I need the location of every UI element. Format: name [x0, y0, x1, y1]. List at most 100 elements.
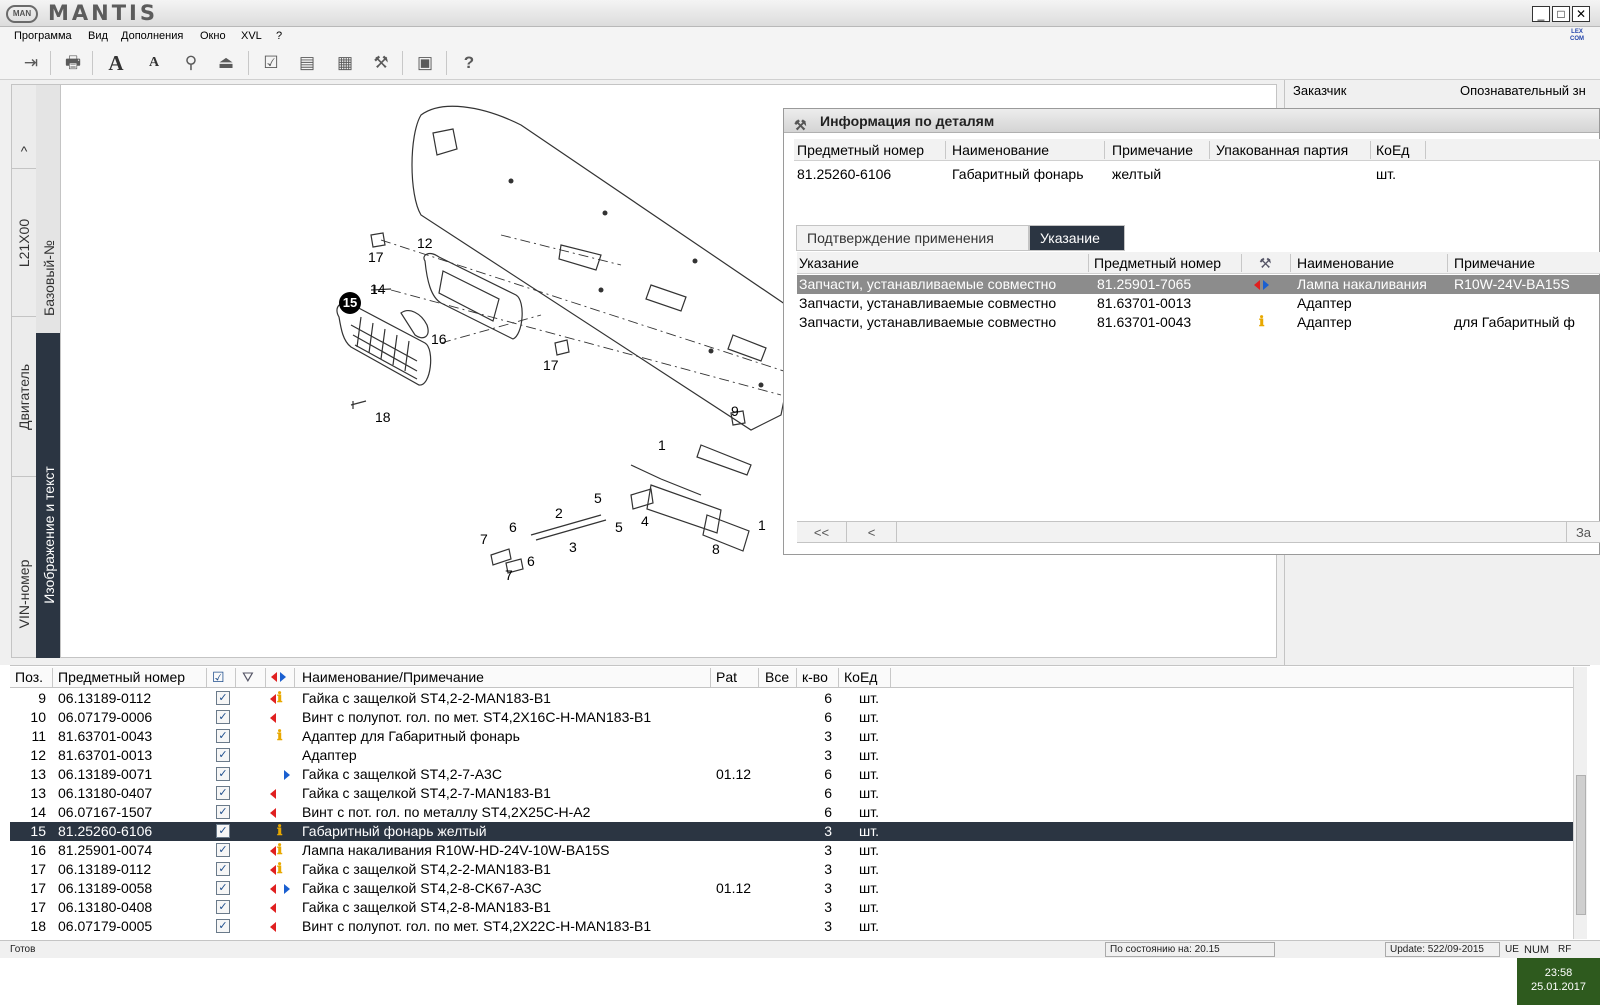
col-quantity[interactable]: к-во — [802, 669, 828, 685]
ind-name: Адаптер — [1297, 295, 1352, 311]
vtab-vin[interactable]: VIN-номер — [12, 477, 36, 658]
table-row[interactable]: 16 81.25901-0074 ✓ ℹ Лампа накаливания R10W-… — [10, 841, 1573, 860]
table-row[interactable]: 17 06.13189-0112 ✓ ℹ Гайка с защелкой ST4,2-… — [10, 860, 1573, 879]
lexcom-logo: LEX COM — [1570, 29, 1584, 42]
row-checkbox[interactable]: ✓ — [216, 919, 230, 933]
row-checkbox[interactable]: ✓ — [216, 691, 230, 705]
taskbar-clock[interactable]: 23:58 25.01.2017 — [1517, 958, 1600, 1005]
callout-label: 7 — [505, 567, 513, 583]
menu-view[interactable]: Вид — [88, 30, 108, 42]
arrow-right-icon — [284, 884, 290, 894]
table-row[interactable]: 17 06.13189-0058 ✓ Гайка с защелкой ST4,2-8… — [10, 879, 1573, 898]
col-name-note[interactable]: Наименование/Примечание — [302, 669, 484, 685]
arrow-left-icon — [270, 865, 276, 875]
help-icon[interactable]: ? — [456, 51, 482, 75]
tab-indication[interactable]: Указание — [1029, 225, 1125, 251]
col-unit[interactable]: КоЕд — [1376, 142, 1409, 158]
folder-icon[interactable]: ▦ — [332, 51, 358, 75]
first-page-button[interactable]: << — [797, 522, 847, 543]
row-quantity: 3 — [824, 823, 832, 839]
callout-selected-badge[interactable]: 15 — [339, 292, 361, 314]
col-name[interactable]: Наименование — [952, 142, 1049, 158]
row-checkbox[interactable]: ✓ — [216, 729, 230, 743]
parts-scroll-thumb[interactable] — [1576, 775, 1586, 915]
filter-icon[interactable]: ⛛ — [242, 669, 254, 686]
font-large-icon[interactable]: A — [103, 51, 129, 75]
menu-xvl[interactable]: XVL — [241, 30, 262, 42]
close-button[interactable]: ✕ — [1572, 6, 1590, 22]
indication-row[interactable]: Запчасти, устанавливаемые совместно 81.6… — [797, 294, 1600, 313]
table-row[interactable]: 18 06.07179-0005 ✓ Винт с полупот. гол. по … — [10, 917, 1573, 936]
row-checkbox[interactable]: ✓ — [216, 748, 230, 762]
col-ind-note[interactable]: Примечание — [1454, 255, 1535, 271]
row-checkbox[interactable]: ✓ — [216, 824, 230, 838]
col-pack[interactable]: Упакованная партия — [1216, 142, 1348, 158]
part-info-title-bar[interactable]: ⚒ Информация по деталям — [784, 109, 1599, 133]
info-name: Габаритный фонарь — [952, 166, 1084, 182]
vtab-collapse[interactable]: ^ — [12, 85, 36, 169]
exit-icon[interactable]: ⇥ — [18, 51, 44, 75]
tab-usage-confirmation[interactable]: Подтверждение применения — [796, 225, 1029, 251]
info-part-number: 81.25260-6106 — [797, 166, 892, 182]
clock-time: 23:58 — [1544, 967, 1573, 979]
row-checkbox[interactable]: ✓ — [216, 900, 230, 914]
row-name: Гайка с защелкой ST4,2-7-A3C — [302, 766, 502, 782]
row-checkbox[interactable]: ✓ — [216, 881, 230, 895]
table-row[interactable]: 9 06.13189-0112 ✓ ℹ Гайка с защелкой ST4,2-2… — [10, 689, 1573, 708]
status-update: Update: 522/09-2015 — [1390, 944, 1484, 955]
indication-row[interactable]: Запчасти, устанавливаемые совместно 81.2… — [797, 275, 1600, 294]
document-icon[interactable]: ▤ — [294, 51, 320, 75]
menu-help[interactable]: ? — [276, 30, 282, 42]
print-icon[interactable]: 🖶 — [60, 51, 86, 75]
next-page-button[interactable]: За — [1566, 522, 1600, 543]
prev-page-button[interactable]: < — [847, 522, 897, 543]
row-checkbox[interactable]: ✓ — [216, 843, 230, 857]
row-checkbox[interactable]: ✓ — [216, 805, 230, 819]
arrow-right-icon — [284, 770, 290, 780]
menu-window[interactable]: Окно — [200, 30, 226, 42]
menu-extras[interactable]: Дополнения — [121, 30, 183, 42]
vtab-model[interactable]: L21X00 — [12, 169, 36, 317]
table-row[interactable]: 11 81.63701-0043 ✓ ℹ Адаптер для Габаритный … — [10, 727, 1573, 746]
table-row[interactable]: 13 06.13180-0407 ✓ Гайка с защелкой ST4,2-7… — [10, 784, 1573, 803]
font-small-icon[interactable]: A — [141, 51, 167, 75]
col-ind-name[interactable]: Наименование — [1297, 255, 1394, 271]
table-row[interactable]: 14 06.07167-1507 ✓ Винт с пот. гол. по мета… — [10, 803, 1573, 822]
table-row[interactable]: 10 06.07179-0006 ✓ Винт с полупот. гол. по … — [10, 708, 1573, 727]
row-checkbox[interactable]: ✓ — [216, 786, 230, 800]
row-checkbox[interactable]: ✓ — [216, 862, 230, 876]
row-checkbox[interactable]: ✓ — [216, 710, 230, 724]
vtab-engine[interactable]: Двигатель — [12, 317, 36, 477]
callout-label: 14 — [370, 281, 386, 297]
checklist-icon[interactable]: ☑ — [258, 51, 284, 75]
table-row[interactable]: 13 06.13189-0071 ✓ Гайка с защелкой ST4,2-7… — [10, 765, 1573, 784]
arrow-left-icon — [270, 903, 276, 913]
stamp-icon[interactable]: ⏏ — [213, 51, 239, 75]
col-all[interactable]: Все — [765, 669, 789, 685]
col-ind-part-number[interactable]: Предметный номер — [1094, 255, 1221, 271]
col-part-number[interactable]: Предметный номер — [58, 669, 185, 685]
parts-scrollbar[interactable] — [1573, 667, 1587, 939]
image-icon[interactable]: ▣ — [412, 51, 438, 75]
menu-program[interactable]: Программа — [14, 30, 72, 42]
col-note[interactable]: Примечание — [1112, 142, 1193, 158]
table-row[interactable]: 17 06.13180-0408 ✓ Гайка с защелкой ST4,2-8… — [10, 898, 1573, 917]
col-indication[interactable]: Указание — [799, 255, 859, 271]
vtab-base-number[interactable]: Базовый-№ — [36, 85, 61, 333]
col-position[interactable]: Поз. — [15, 669, 43, 685]
table-row[interactable]: 12 81.63701-0013 ✓ Адаптер 3 шт. — [10, 746, 1573, 765]
tools-icon: ⚒ — [794, 117, 807, 133]
maximize-button[interactable]: □ — [1552, 6, 1570, 22]
col-unit[interactable]: КоЕд — [844, 669, 877, 685]
customer-label: Заказчик — [1293, 83, 1347, 98]
table-row[interactable]: 15 81.25260-6106 ✓ ℹ Габаритный фонарь желты… — [10, 822, 1573, 841]
vtab-image-text[interactable]: Изображение и текст — [36, 333, 61, 658]
col-part-number[interactable]: Предметный номер — [797, 142, 924, 158]
row-checkbox[interactable]: ✓ — [216, 767, 230, 781]
minimize-button[interactable]: _ — [1532, 6, 1550, 22]
zoom-icon[interactable]: ⚲ — [178, 51, 204, 75]
indication-row[interactable]: Запчасти, устанавливаемые совместно 81.6… — [797, 313, 1600, 332]
col-pat[interactable]: Pat — [716, 669, 737, 685]
tools-icon[interactable]: ⚒ — [368, 51, 394, 75]
check-column-icon[interactable]: ☑ — [212, 669, 225, 686]
